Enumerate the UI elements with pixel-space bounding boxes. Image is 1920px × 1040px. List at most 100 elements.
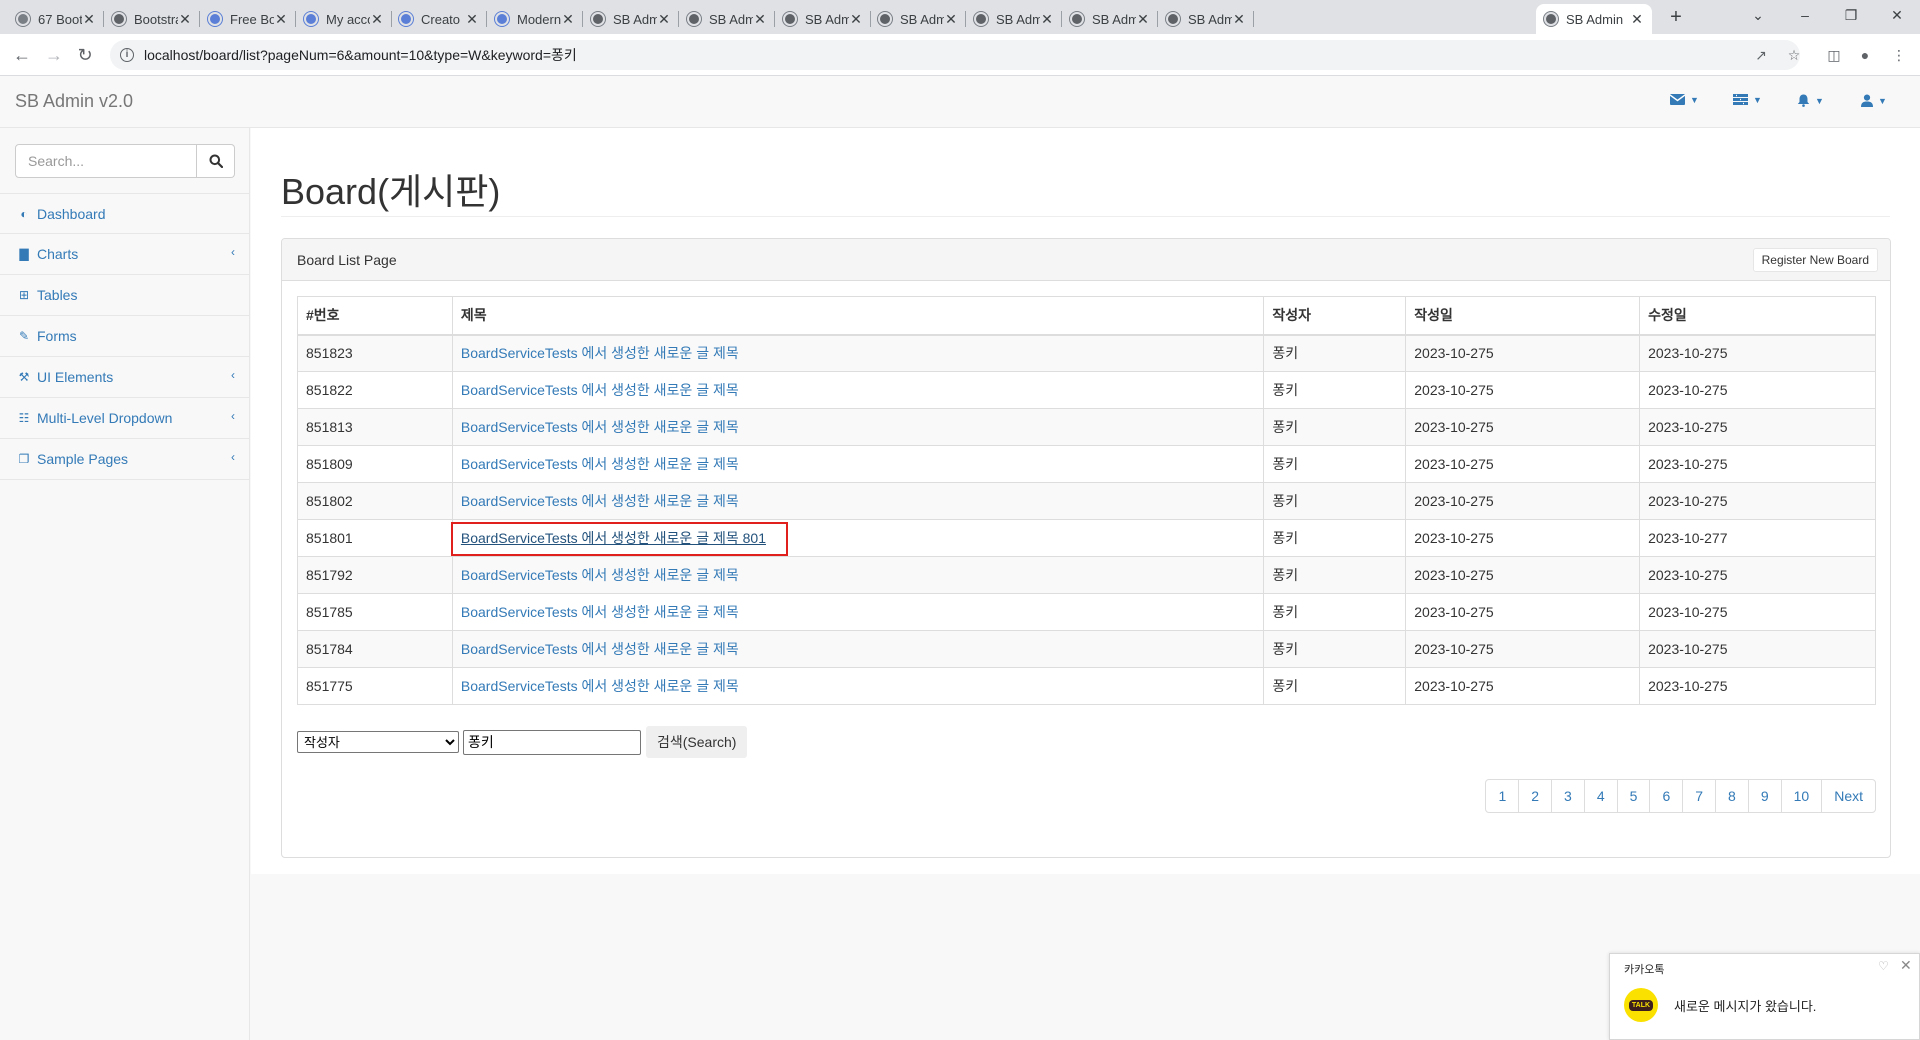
pagination-page[interactable]: 4 <box>1583 779 1618 813</box>
site-info-icon[interactable]: i <box>120 48 134 62</box>
browser-tab[interactable]: Bootstrap✕ <box>104 4 200 34</box>
sidebar-item-forms[interactable]: ✎ Forms <box>0 316 250 357</box>
browser-tab[interactable]: SB Admin✕ <box>1536 4 1652 34</box>
panel-heading: Board List Page Register New Board <box>282 239 1890 281</box>
files-icon: ❐ <box>18 452 30 466</box>
browser-tab[interactable]: SB Admin✕ <box>775 4 871 34</box>
table-cell: 퐁키 <box>1263 408 1407 446</box>
row-title-link[interactable]: BoardServiceTests 에서 생성한 새로운 글 제목 <box>461 419 739 435</box>
tab-close-icon[interactable]: ✕ <box>657 11 671 28</box>
row-bno: 851784 <box>306 641 353 657</box>
share-icon[interactable]: ↗ <box>1752 46 1770 64</box>
register-board-button[interactable]: Register New Board <box>1752 248 1878 272</box>
sidebar-item-sample-pages[interactable]: ❐ Sample Pages ‹ <box>0 439 250 480</box>
forward-icon[interactable]: → <box>41 42 67 68</box>
sidebar-item-tables[interactable]: ⊞ Tables <box>0 275 250 316</box>
tab-close-icon[interactable]: ✕ <box>178 11 192 28</box>
search-button[interactable]: 검색(Search) <box>646 726 748 758</box>
sidebar-item-charts[interactable]: ▇ Charts ‹ <box>0 234 250 275</box>
row-writer: 퐁키 <box>1272 456 1299 472</box>
envelope-icon[interactable]: ▼ <box>1670 94 1699 105</box>
notification-close-icon[interactable]: ✕ <box>1900 957 1912 974</box>
tab-close-icon[interactable]: ✕ <box>1630 11 1644 28</box>
tab-close-icon[interactable]: ✕ <box>370 11 384 28</box>
table-row: 851809 BoardServiceTests 에서 생성한 새로운 글 제목 퐁… <box>297 445 1876 483</box>
browser-tab[interactable]: SB Admin✕ <box>1158 4 1254 34</box>
pagination-page[interactable]: 7 <box>1682 779 1717 813</box>
pagination-page[interactable]: 9 <box>1747 779 1782 813</box>
bookmark-star-icon[interactable]: ☆ <box>1785 46 1803 64</box>
tab-search-icon[interactable]: ⌄ <box>1735 0 1781 30</box>
browser-tab[interactable]: Modernize✕ <box>487 4 583 34</box>
brand[interactable]: SB Admin v2.0 <box>15 91 133 112</box>
url-field[interactable]: i localhost/board/list?pageNum=6&amount=… <box>110 40 1800 70</box>
pagination-page[interactable]: 1 <box>1485 779 1520 813</box>
tab-close-icon[interactable]: ✕ <box>1040 11 1054 28</box>
row-regdate: 2023-10-275 <box>1414 419 1494 435</box>
minimize-button[interactable]: – <box>1782 0 1828 30</box>
reload-icon[interactable]: ↻ <box>72 42 98 68</box>
tab-close-icon[interactable]: ✕ <box>753 11 767 28</box>
row-title-link[interactable]: BoardServiceTests 에서 생성한 새로운 글 제목 <box>461 345 739 361</box>
globe-icon <box>974 12 988 26</box>
sidebar-item-multi-level-dropdown[interactable]: ☷ Multi-Level Dropdown ‹ <box>0 398 250 439</box>
new-tab-button[interactable]: + <box>1662 4 1690 32</box>
pagination-page[interactable]: 3 <box>1551 779 1585 813</box>
tasks-icon[interactable]: ▼ <box>1733 94 1762 105</box>
kakaotalk-notification[interactable]: 카카오톡 ♡ ✕ TALK 새로운 메시지가 왔습니다. <box>1609 953 1920 1040</box>
row-title-link[interactable]: BoardServiceTests 에서 생성한 새로운 글 제목 <box>461 567 739 583</box>
row-title-link[interactable]: BoardServiceTests 에서 생성한 새로운 글 제목 <box>461 456 739 472</box>
pagination-page[interactable]: 5 <box>1616 779 1651 813</box>
browser-tab[interactable]: SB Admin✕ <box>1062 4 1158 34</box>
row-title-link[interactable]: BoardServiceTests 에서 생성한 새로운 글 제목 <box>461 641 739 657</box>
browser-tab[interactable]: Free Bootstrap✕ <box>200 4 296 34</box>
tab-close-icon[interactable]: ✕ <box>1232 11 1246 28</box>
sidebar-search-input[interactable] <box>15 144 197 178</box>
search-type-select[interactable]: 작성자 <box>297 731 459 753</box>
browser-tab[interactable]: SB Admin✕ <box>679 4 775 34</box>
menu-kebab-icon[interactable]: ⋮ <box>1890 46 1908 64</box>
user-icon[interactable]: ▼ <box>1861 94 1887 107</box>
tab-close-icon[interactable]: ✕ <box>1136 11 1150 28</box>
notification-bell-icon[interactable]: ♡ <box>1878 959 1889 973</box>
tab-close-icon[interactable]: ✕ <box>82 11 96 28</box>
row-title-link[interactable]: BoardServiceTests 에서 생성한 새로운 글 제목 <box>461 493 739 509</box>
sidebar-item-ui-elements[interactable]: ⚒ UI Elements ‹ <box>0 357 250 398</box>
pagination-page[interactable]: 6 <box>1649 779 1684 813</box>
pagination-page[interactable]: 8 <box>1715 779 1749 813</box>
table-cell: 851775 <box>297 667 453 705</box>
pagination-next[interactable]: Next <box>1821 779 1876 813</box>
row-title-link[interactable]: BoardServiceTests 에서 생성한 새로운 글 제목 <box>461 678 739 694</box>
row-title-link[interactable]: BoardServiceTests 에서 생성한 새로운 글 제목 801 <box>461 530 766 546</box>
browser-tab[interactable]: Creato ✕ <box>391 4 487 34</box>
back-icon[interactable]: ← <box>9 42 35 68</box>
pagination-page[interactable]: 2 <box>1518 779 1553 813</box>
browser-tab[interactable]: SB Admin✕ <box>583 4 679 34</box>
globe-icon <box>1166 12 1180 26</box>
browser-tab-title: Bootstrap <box>134 11 178 27</box>
close-window-button[interactable]: ✕ <box>1874 0 1920 30</box>
column-header-regdate: 작성일 <box>1405 296 1641 336</box>
profile-icon[interactable]: ● <box>1856 46 1874 64</box>
search-keyword-input[interactable] <box>463 729 641 755</box>
browser-tab[interactable]: 67 Bootstrap✕ <box>8 4 104 34</box>
row-title-link[interactable]: BoardServiceTests 에서 생성한 새로운 글 제목 <box>461 604 739 620</box>
table-row: 851784 BoardServiceTests 에서 생성한 새로운 글 제목 퐁… <box>297 630 1876 668</box>
table-cell: 퐁키 <box>1263 556 1407 594</box>
side-panel-icon[interactable]: ◫ <box>1825 46 1843 64</box>
tab-close-icon[interactable]: ✕ <box>561 11 575 28</box>
browser-tab[interactable]: SB Admin✕ <box>966 4 1062 34</box>
browser-tab[interactable]: My account✕ <box>296 4 392 34</box>
sidebar-item-dashboard[interactable]: ◐ Dashboard <box>0 193 250 234</box>
tab-close-icon[interactable]: ✕ <box>274 11 288 28</box>
browser-tab[interactable]: SB Admin✕ <box>870 4 966 34</box>
row-title-link[interactable]: BoardServiceTests 에서 생성한 새로운 글 제목 <box>461 382 739 398</box>
maximize-button[interactable]: ❐ <box>1828 0 1874 30</box>
sidebar-menu: ◐ Dashboard ▇ Charts ‹ ⊞ Tables ✎ Forms ⚒ UI Eleme… <box>0 193 250 480</box>
bell-icon[interactable]: ▼ <box>1797 94 1824 107</box>
tab-close-icon[interactable]: ✕ <box>465 11 479 28</box>
sidebar-search-button[interactable] <box>197 144 235 178</box>
tab-close-icon[interactable]: ✕ <box>849 11 863 28</box>
pagination-page[interactable]: 10 <box>1780 779 1823 813</box>
tab-close-icon[interactable]: ✕ <box>944 11 958 28</box>
